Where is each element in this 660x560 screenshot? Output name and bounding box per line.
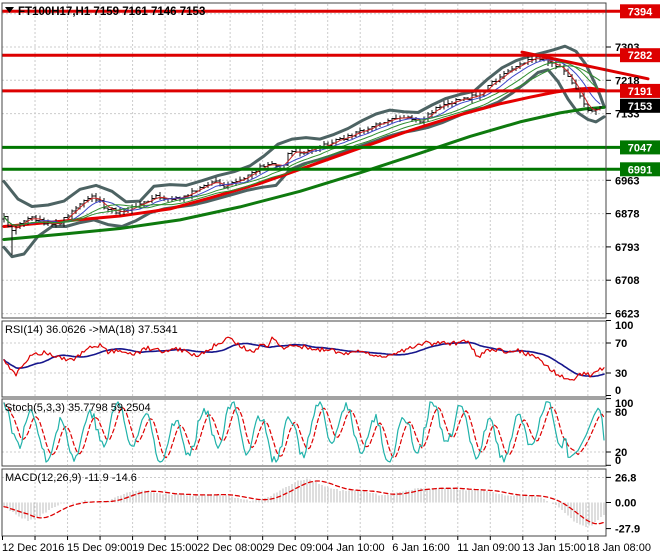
price-tick-label: 6708 xyxy=(615,275,639,287)
macd-tick-label: -27.9 xyxy=(615,524,640,536)
time-axis-label: 12 Dec 2016 xyxy=(2,542,64,554)
stoch-tick-label: 80 xyxy=(615,407,627,419)
time-axis-label: 13 Jan 15:00 xyxy=(522,542,586,554)
rsi-tick-label: 0 xyxy=(615,385,621,397)
time-axis-label: 15 Dec 09:00 xyxy=(67,542,132,554)
time-axis-label: 29 Dec 09:00 xyxy=(262,542,327,554)
rsi-tick-label: 30 xyxy=(615,368,627,380)
macd-label: MACD(12,26,9) -11.9 -14.6 xyxy=(5,472,137,484)
stoch-label: Stoch(5,3,3) 35.7798 59.2504 xyxy=(5,402,151,414)
stoch-tick-label: 0 xyxy=(615,455,621,467)
trading-chart: 7303721871336963687867936708662373947282… xyxy=(0,0,660,560)
price-tick-label: 6878 xyxy=(615,209,639,221)
rsi-tick-label: 70 xyxy=(615,338,627,350)
macd-tick-label: 26.8 xyxy=(615,472,636,484)
price-tick-label: 6623 xyxy=(615,309,639,321)
price-badge-label: 7047 xyxy=(628,142,652,154)
time-axis-label: 18 Jan 08:00 xyxy=(587,542,651,554)
time-axis-label: 4 Jan 10:00 xyxy=(327,542,385,554)
time-axis-label: 6 Jan 16:00 xyxy=(392,542,450,554)
price-badge-label: 7282 xyxy=(628,50,652,62)
price-badge-label: 7191 xyxy=(628,86,652,98)
symbol-ohlc-title: FT100H17,H1 7159 7161 7146 7153 xyxy=(18,6,205,18)
price-badge-label: 6991 xyxy=(628,164,652,176)
price-badge-label: 7153 xyxy=(628,101,652,113)
rsi-label: RSI(14) 36.0626 ->MA(18) 37.5341 xyxy=(5,324,178,336)
price-tick-label: 6793 xyxy=(615,242,639,254)
macd-tick-label: 0.00 xyxy=(615,498,636,510)
time-axis-label: 22 Dec 08:00 xyxy=(197,542,262,554)
time-axis-label: 19 Dec 15:00 xyxy=(132,542,197,554)
price-tick-label: 6963 xyxy=(615,175,639,187)
price-badge-label: 7394 xyxy=(628,6,653,18)
time-axis-label: 11 Jan 09:00 xyxy=(457,542,520,554)
chart-window: 7303 7218 7133 6963 6878 6793 6708 6623 7394 7282… xyxy=(0,0,660,560)
rsi-tick-label: 100 xyxy=(615,320,633,332)
